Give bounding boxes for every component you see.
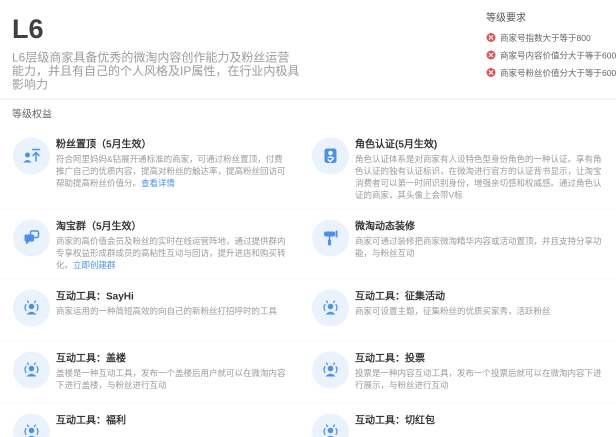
announce-icon [312, 414, 349, 437]
requirement-text: 商家号内容价值分大于等于600 [500, 49, 616, 62]
benefit-cell: 粉丝置顶（5月生效） 符合阿里妈妈&钻展开通标准的商家，可通过粉丝置顶，付费推广… [0, 128, 299, 209]
benefit-cell: 互动工具：切红包 [299, 403, 616, 437]
benefit-title: 互动工具：征集活动 [355, 291, 551, 303]
requirement-text: 商家号粉丝价值分大于等于600 [500, 66, 616, 79]
benefit-description: 商家的高价值会员及粉丝的实时在线运营阵地，通过提供群内专享权益形成群成员的高粘性… [56, 236, 287, 272]
benefit-title: 互动工具：盖楼 [56, 353, 287, 365]
cross-circle-icon [486, 67, 496, 77]
benefit-description: 投票是一种内容互动工具，发布一个投票后就可以在微淘内容下进行展示，与粉丝进行互动 [355, 368, 604, 392]
benefit-cell: 互动工具：SayHi 商家运用的一种简短高效的向自己的新粉丝打招呼时的工具 [0, 279, 299, 341]
level-requirements: 等级要求 商家号指数大于等于800 商家号内容价值分大于等于600 商家号粉丝价… [486, 12, 614, 84]
benefit-title: 互动工具：投票 [355, 353, 604, 365]
benefits-heading: 等级权益 [12, 109, 616, 121]
benefit-description: 商家可通过装修把商家微淘精华内容或活动置顶，并且支持分享功能，与粉丝互动 [355, 236, 604, 260]
announce-icon [312, 352, 349, 389]
benefit-cell: 互动工具：福利 [0, 403, 299, 437]
announce-icon [13, 352, 50, 389]
benefit-title: 淘宝群（5月生效） [56, 221, 287, 233]
requirement-item: 商家号内容价值分大于等于600 [486, 49, 614, 62]
role-badge-icon [312, 138, 349, 175]
announce-icon [13, 290, 50, 327]
requirement-item: 商家号指数大于等于800 [486, 31, 614, 44]
create-group-link[interactable]: 立即创建群 [73, 261, 116, 271]
benefit-cell: 互动工具：投票 投票是一种内容互动工具，发布一个投票后就可以在微淘内容下进行展示… [299, 341, 616, 403]
benefit-cell: 互动工具：盖楼 盖楼是一种互动工具，发布一个盖楼后用户就可以在微淘内容下进行盖楼… [0, 341, 299, 403]
benefit-description: 符合阿里妈妈&钻展开通标准的商家，可通过粉丝置顶，付费推广自己的优质内容，提高对… [56, 154, 287, 190]
cross-circle-icon [486, 32, 496, 42]
page-viewport: L6 L6层级商家具备优秀的微淘内容创作能力及粉丝运营能力，并且有自己的个人风格… [0, 0, 616, 437]
benefit-cell: 微淘动态装修 商家可通过装修把商家微淘精华内容或活动置顶，并且支持分享功能，与粉… [299, 209, 616, 279]
benefit-cell: 互动工具：征集活动 商家可设置主题，征集粉丝的优质买家秀，活跃粉丝 [299, 279, 616, 341]
benefit-title: 角色认证(5月生效) [355, 139, 604, 151]
page-description: L6层级商家具备优秀的微淘内容创作能力及粉丝运营能力，并且有自己的个人风格及IP… [12, 51, 300, 92]
benefit-description: 盖楼是一种互动工具，发布一个盖楼后用户就可以在微淘内容下进行盖楼，与粉丝进行互动 [56, 368, 287, 392]
requirement-text: 商家号指数大于等于800 [500, 31, 591, 44]
benefit-title: 粉丝置顶（5月生效） [56, 139, 287, 151]
benefit-title: 微淘动态装修 [355, 221, 604, 233]
requirements-heading: 等级要求 [486, 12, 614, 24]
benefit-description: 商家运用的一种简短高效的向自己的新粉丝打招呼时的工具 [56, 306, 277, 318]
pin-to-top-icon [13, 138, 50, 175]
announce-icon [13, 414, 50, 437]
benefit-description: 商家可设置主题，征集粉丝的优质买家秀，活跃粉丝 [355, 306, 551, 318]
paint-roller-icon [312, 220, 349, 257]
benefit-cell: 角色认证(5月生效) 角色认证体系是对商家有人设特色型身份角色的一种认证。享有角… [299, 128, 616, 209]
announce-icon [312, 290, 349, 327]
cross-circle-icon [486, 50, 496, 60]
benefit-title: 互动工具：SayHi [56, 291, 277, 303]
benefit-description: 角色认证体系是对商家有人设特色型身份角色的一种认证。享有角色认证的独有认证标识，… [355, 154, 604, 202]
chat-group-icon [13, 220, 50, 257]
benefit-cell: 淘宝群（5月生效） 商家的高价值会员及粉丝的实时在线运营阵地，通过提供群内专享权… [0, 209, 299, 279]
benefits-grid: 粉丝置顶（5月生效） 符合阿里妈妈&钻展开通标准的商家，可通过粉丝置顶，付费推广… [0, 128, 616, 437]
merchant-level-page: L6 L6层级商家具备优秀的微淘内容创作能力及粉丝运营能力，并且有自己的个人风格… [0, 0, 616, 437]
view-details-link[interactable]: 查看详情 [141, 179, 175, 189]
benefit-title: 互动工具：切红包 [355, 415, 435, 427]
requirement-item: 商家号粉丝价值分大于等于600 [486, 66, 614, 79]
benefit-title: 互动工具：福利 [56, 415, 126, 427]
